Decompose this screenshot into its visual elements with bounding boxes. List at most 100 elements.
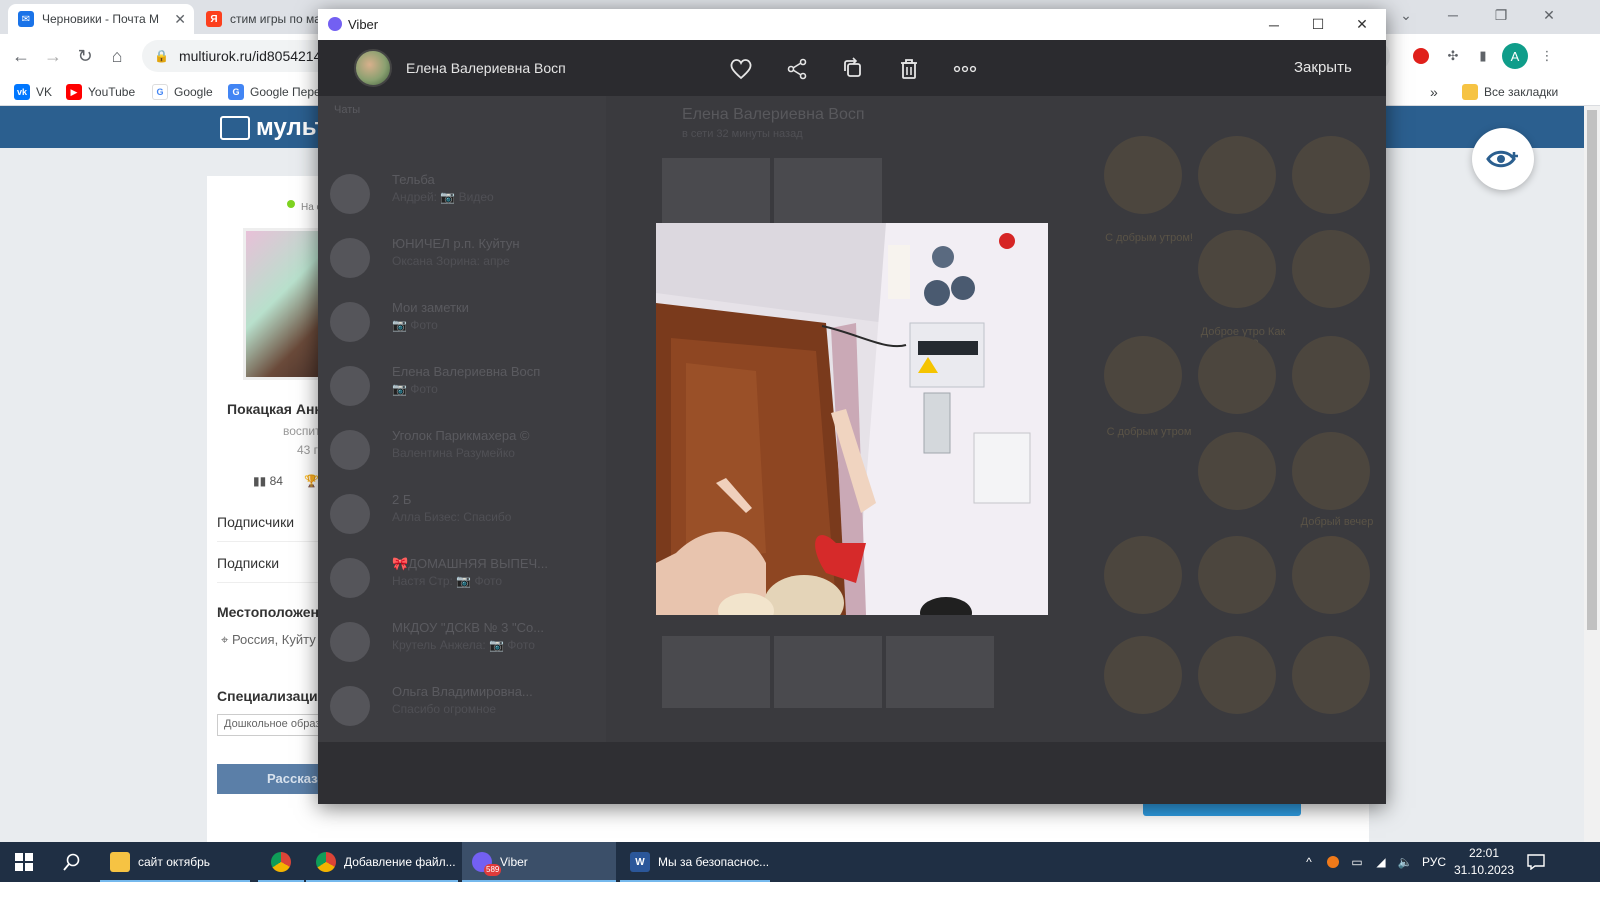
sticker: [1104, 536, 1182, 614]
side-panel-icon[interactable]: ▮: [1470, 43, 1496, 69]
trash-icon[interactable]: [896, 56, 922, 82]
restore-icon[interactable]: ❐: [1478, 0, 1524, 30]
taskbar-item-chrome-window[interactable]: Добавление файл...: [306, 842, 458, 882]
sticker: [1198, 536, 1276, 614]
taskbar-item-viber[interactable]: Viber: [462, 842, 616, 882]
chat-avatar: [330, 366, 370, 406]
taskbar-item-underline: [100, 880, 250, 882]
taskbar-search-button[interactable]: [48, 842, 96, 882]
volume-icon[interactable]: 🔈: [1394, 842, 1416, 882]
site-logo[interactable]: мульт: [220, 114, 326, 142]
kebab-menu-icon[interactable]: ⋮: [1534, 43, 1560, 69]
bookmark-youtube[interactable]: ▶ YouTube: [66, 82, 135, 102]
chat-last-message: Валентина Разумейко: [392, 446, 515, 460]
search-icon: [63, 853, 80, 871]
bookmark-google-translate[interactable]: G Google Пере: [228, 82, 321, 102]
chat-name: Мои заметки: [392, 300, 469, 315]
location-row: ⌖ Россия, Куйту: [221, 632, 316, 648]
minimize-icon[interactable]: ─: [1430, 0, 1476, 30]
page-scrollbar[interactable]: [1584, 106, 1600, 858]
chat-name: ЮНИЧЕЛ р.п. Куйтун: [392, 236, 520, 251]
notifications-icon[interactable]: [1520, 842, 1552, 882]
chevron-down-icon[interactable]: ⌄: [1386, 0, 1426, 30]
tray-chevron-up-icon[interactable]: ^: [1298, 842, 1320, 882]
reload-icon[interactable]: ↻: [72, 43, 98, 69]
chat-name: Елена Валериевна Восп: [392, 364, 541, 379]
sticker: [1292, 230, 1370, 308]
photo-image: [656, 223, 1048, 615]
location-heading: Местоположени: [217, 604, 328, 620]
bookmark-label: Google Пере: [250, 85, 321, 99]
profile-initial: A: [1510, 48, 1520, 64]
chat-name: Ольга Владимировна...: [392, 684, 533, 699]
chrome-icon: [271, 852, 291, 872]
taskbar-item-label: Добавление файл...: [344, 855, 456, 869]
sticker: [1292, 336, 1370, 414]
browser-tab-yandex[interactable]: Я стим игры по ма: [196, 4, 320, 34]
input-language-label: РУС: [1421, 855, 1447, 869]
chat-last-message: Оксана Зорина: апре: [392, 254, 510, 268]
network-icon[interactable]: ◢: [1370, 842, 1392, 882]
rotate-icon[interactable]: [840, 56, 866, 82]
sticker-caption: С добрым утром!: [1105, 232, 1193, 244]
tab-label: Черновики - Почта М: [42, 12, 159, 26]
photo-viewer-header: Елена Валериевна Восп Закрыть: [318, 40, 1386, 96]
contact-avatar[interactable]: [354, 49, 392, 87]
clock-time: 22:01: [1468, 846, 1500, 860]
taskbar-item-word[interactable]: W Мы за безопаснос...: [620, 842, 770, 882]
trophy-icon: 🏆: [304, 474, 320, 488]
sticker: [1292, 432, 1370, 510]
minimize-icon[interactable]: ─: [1252, 9, 1296, 40]
input-language[interactable]: РУС: [1418, 842, 1450, 882]
viber-window: Viber ─ ☐ ✕ Чаты Тельба Андрей: 📷 Видео Ю…: [318, 9, 1386, 804]
close-window-icon[interactable]: ✕: [1340, 9, 1384, 40]
taskbar-item-label: Мы за безопаснос...: [658, 855, 770, 869]
system-clock[interactable]: 22:01 31.10.2023: [1452, 845, 1516, 879]
bar-chart-icon: ▮▮: [253, 474, 267, 488]
all-bookmarks-folder[interactable]: Все закладки: [1462, 82, 1558, 102]
taskbar-item-underline: [462, 880, 616, 882]
bookmark-label: YouTube: [88, 85, 136, 99]
back-arrow-icon[interactable]: ←: [8, 43, 34, 69]
home-icon[interactable]: ⌂: [104, 43, 130, 69]
tray-app-icon[interactable]: [1322, 842, 1344, 882]
bookmark-google[interactable]: G Google: [152, 82, 213, 102]
close-icon[interactable]: ✕: [174, 11, 186, 28]
chat-list: Чаты Тельба Андрей: 📷 Видео ЮНИЧЕЛ р.п. К…: [318, 96, 606, 742]
sticker: [1198, 636, 1276, 714]
viewed-photo[interactable]: [656, 223, 1048, 615]
windows-start-button[interactable]: [0, 842, 48, 882]
viber-logo-icon: [328, 17, 342, 31]
extensions-puzzle-icon[interactable]: ✣: [1440, 43, 1466, 69]
heart-icon[interactable]: [728, 56, 754, 82]
accessibility-eye-button[interactable]: [1472, 128, 1534, 190]
location-pin-icon: ⌖: [221, 632, 229, 647]
maximize-icon[interactable]: ☐: [1296, 9, 1340, 40]
battery-icon[interactable]: ▭: [1346, 842, 1368, 882]
forward-arrow-icon[interactable]: →: [40, 43, 66, 69]
share-icon[interactable]: [784, 56, 810, 82]
adblock-extension-icon[interactable]: [1408, 43, 1434, 69]
profile-stat-value: 84: [269, 474, 283, 488]
close-viewer-button[interactable]: Закрыть: [1294, 59, 1352, 76]
sticker: [1198, 336, 1276, 414]
browser-tab-mail[interactable]: ✉ Черновики - Почта М ✕: [8, 4, 194, 34]
taskbar-item-folder[interactable]: сайт октябрь: [100, 842, 250, 882]
more-bookmarks-chevron[interactable]: »: [1430, 82, 1438, 102]
chat-row: Тельба Андрей: 📷 Видео: [330, 168, 600, 218]
taskbar-item-chrome[interactable]: [258, 842, 304, 882]
scrollbar-thumb[interactable]: [1587, 110, 1597, 630]
profile-avatar[interactable]: A: [1502, 43, 1528, 69]
site-logo-text: мульт: [256, 114, 327, 141]
sticker-caption: С добрым утром: [1106, 426, 1192, 438]
bookmark-vk[interactable]: vk VK: [14, 82, 52, 102]
vk-icon: vk: [14, 84, 30, 100]
chat-row: Мои заметки 📷 Фото: [330, 296, 600, 346]
profile-name: Покацкая Анн: [227, 401, 323, 417]
taskbar-item-label: сайт октябрь: [138, 855, 211, 869]
more-options-icon[interactable]: [952, 56, 978, 82]
viber-unread-badge: 589: [484, 864, 502, 876]
address-text: multiurok.ru/id80542140: [178, 48, 330, 64]
close-window-icon[interactable]: ✕: [1526, 0, 1572, 30]
bookmark-label: Все закладки: [1484, 85, 1559, 99]
